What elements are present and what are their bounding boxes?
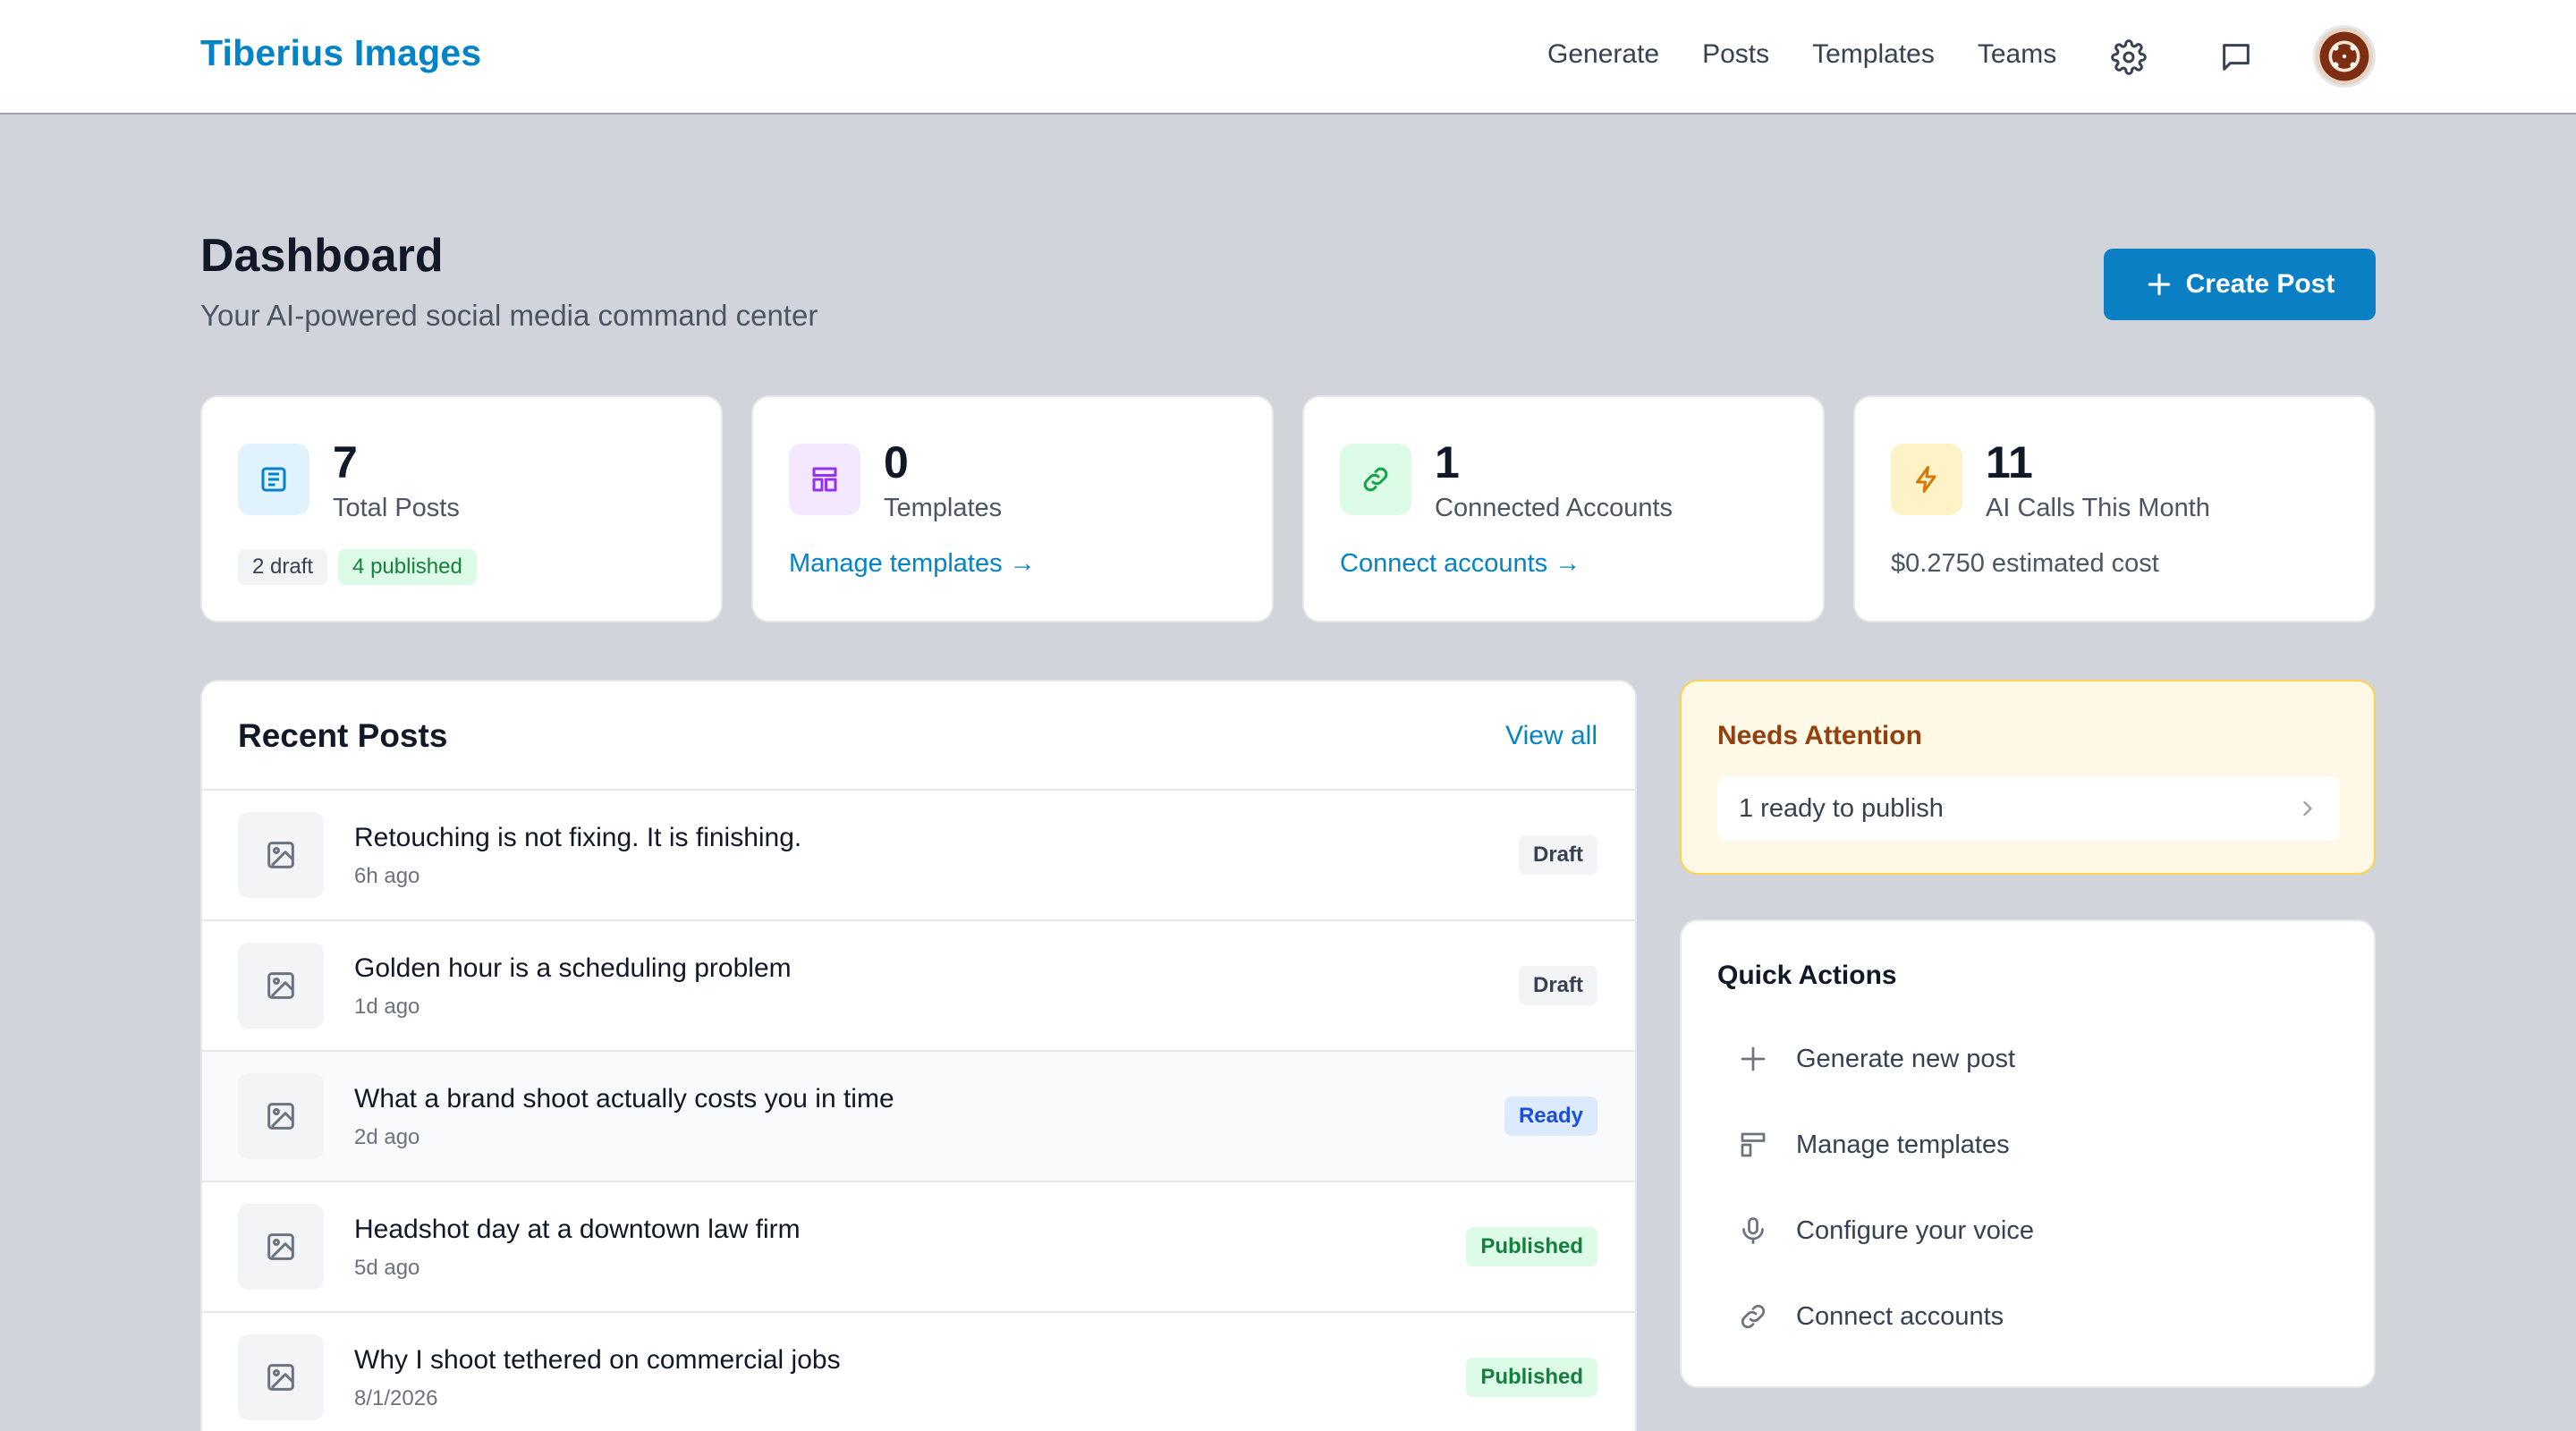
ready-to-publish-label: 1 ready to publish: [1739, 794, 1944, 823]
post-title: Golden hour is a scheduling problem: [354, 953, 792, 983]
ai-calls-label: AI Calls This Month: [1986, 494, 2210, 522]
posts-label: Total Posts: [333, 494, 460, 522]
ready-to-publish-item[interactable]: 1 ready to publish: [1717, 776, 2340, 841]
status-badge: Draft: [1518, 966, 1597, 1005]
post-row[interactable]: Retouching is not fixing. It is finishin…: [202, 791, 1635, 921]
recent-posts-panel: Recent Posts View all Retouching is not …: [200, 680, 1637, 1431]
quick-action-label: Generate new post: [1796, 1044, 2016, 1073]
post-row[interactable]: Golden hour is a scheduling problem 1d a…: [202, 921, 1635, 1052]
post-time: 1d ago: [354, 995, 420, 1019]
plus-icon: [1735, 1041, 1771, 1077]
status-badge: Published: [1466, 1358, 1597, 1397]
message-icon[interactable]: [2215, 36, 2258, 79]
needs-attention-panel: Needs Attention 1 ready to publish: [1680, 680, 2376, 875]
newspaper-icon: [238, 444, 309, 515]
chevron-right-icon: [2295, 796, 2320, 826]
brand-logo[interactable]: Tiberius Images: [200, 32, 481, 74]
stat-card-posts: 7 Total Posts 2 draft 4 published: [200, 395, 723, 622]
quick-actions-title: Quick Actions: [1717, 961, 1897, 990]
needs-attention-title: Needs Attention: [1717, 721, 1922, 750]
post-row[interactable]: Headshot day at a downtown law firm 5d a…: [202, 1182, 1635, 1313]
status-badge: Ready: [1504, 1097, 1597, 1136]
lightning-icon: [1891, 444, 1962, 515]
post-title: Why I shoot tethered on commercial jobs: [354, 1345, 841, 1375]
stat-card-accounts: 1 Connected Accounts Connect accounts →: [1302, 395, 1825, 622]
nav-templates[interactable]: Templates: [1812, 39, 1935, 70]
quick-action-voice[interactable]: Configure your voice: [1735, 1202, 2326, 1259]
published-badge: 4 published: [338, 549, 477, 585]
templates-label: Templates: [884, 494, 1003, 522]
microphone-icon: [1735, 1213, 1771, 1249]
main-nav: Generate Posts Templates Teams: [1547, 39, 2099, 70]
templates-count: 0: [884, 437, 909, 487]
template-icon: [1735, 1127, 1771, 1163]
connect-accounts-link[interactable]: Connect accounts →: [1340, 549, 1580, 579]
accounts-count: 1: [1435, 437, 1460, 487]
recent-posts-title: Recent Posts: [238, 717, 448, 754]
post-row[interactable]: Why I shoot tethered on commercial jobs …: [202, 1313, 1635, 1431]
quick-action-label: Manage templates: [1796, 1130, 2010, 1159]
avatar[interactable]: [2313, 25, 2376, 88]
link-icon: [1340, 444, 1411, 515]
post-time: 5d ago: [354, 1256, 420, 1280]
quick-action-connect[interactable]: Connect accounts: [1735, 1288, 2326, 1345]
image-icon: [238, 1334, 324, 1420]
stat-card-templates: 0 Templates Manage templates →: [751, 395, 1274, 622]
gear-icon[interactable]: [2107, 36, 2150, 79]
view-all-link[interactable]: View all: [1505, 721, 1597, 751]
quick-action-generate[interactable]: Generate new post: [1735, 1030, 2326, 1088]
quick-action-templates[interactable]: Manage templates: [1735, 1116, 2326, 1173]
image-icon: [238, 812, 324, 898]
post-title: What a brand shoot actually costs you in…: [354, 1084, 894, 1113]
page-title: Dashboard: [200, 230, 444, 282]
manage-templates-link[interactable]: Manage templates →: [789, 549, 1036, 579]
posts-count: 7: [333, 437, 358, 487]
post-title: Retouching is not fixing. It is finishin…: [354, 823, 802, 852]
estimated-cost: $0.2750 estimated cost: [1891, 549, 2159, 578]
quick-actions-panel: Quick Actions Generate new post Manage t…: [1680, 919, 2376, 1388]
image-icon: [238, 1204, 324, 1290]
quick-action-label: Connect accounts: [1796, 1301, 2004, 1331]
post-time: 2d ago: [354, 1125, 420, 1149]
status-badge: Draft: [1518, 835, 1597, 875]
recent-posts-header: Recent Posts View all: [202, 682, 1635, 791]
image-icon: [238, 943, 324, 1029]
post-row[interactable]: What a brand shoot actually costs you in…: [202, 1052, 1635, 1182]
status-badge: Published: [1466, 1227, 1597, 1266]
image-icon: [238, 1073, 324, 1159]
link-icon: [1735, 1299, 1771, 1334]
posts-badges: 2 draft 4 published: [238, 549, 477, 585]
ai-calls-count: 11: [1986, 437, 2033, 487]
accounts-label: Connected Accounts: [1435, 494, 1674, 522]
nav-generate[interactable]: Generate: [1547, 39, 1659, 70]
template-icon: [789, 444, 860, 515]
top-nav-bar: Tiberius Images Generate Posts Templates…: [0, 0, 2576, 114]
nav-teams[interactable]: Teams: [1978, 39, 2056, 70]
plus-icon: [2148, 273, 2170, 296]
draft-badge: 2 draft: [238, 549, 328, 585]
page-subtitle: Your AI-powered social media command cen…: [200, 299, 818, 332]
nav-posts[interactable]: Posts: [1702, 39, 1769, 70]
post-time: 6h ago: [354, 864, 420, 888]
create-post-label: Create Post: [2185, 269, 2335, 299]
quick-action-label: Configure your voice: [1796, 1215, 2034, 1245]
create-post-button[interactable]: Create Post: [2104, 249, 2376, 320]
post-time: 8/1/2026: [354, 1386, 438, 1410]
post-title: Headshot day at a downtown law firm: [354, 1215, 801, 1244]
stat-card-ai-calls: 11 AI Calls This Month $0.2750 estimated…: [1853, 395, 2376, 622]
